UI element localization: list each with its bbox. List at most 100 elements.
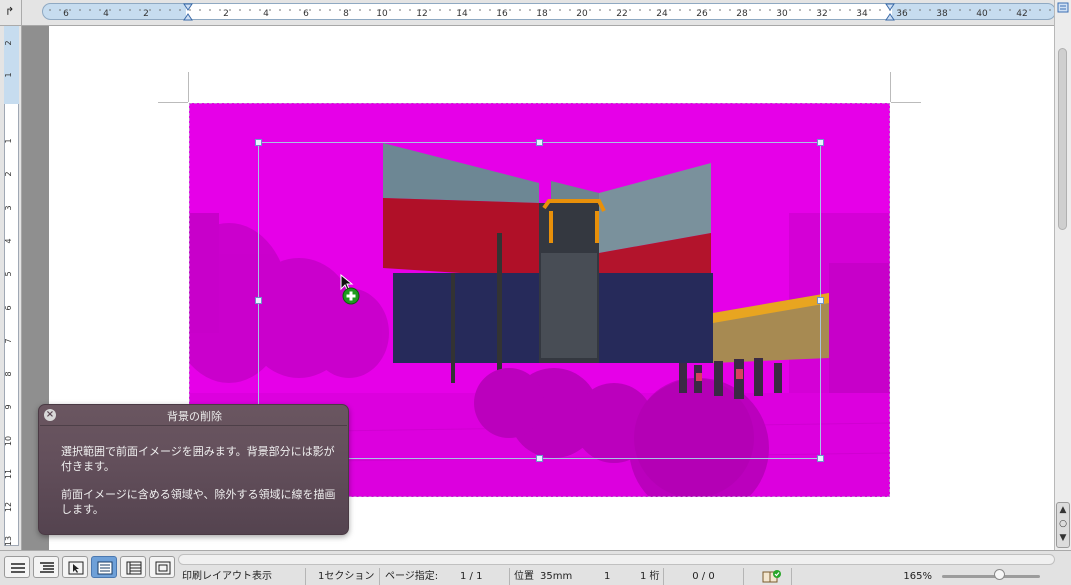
vruler-ticks: 2112345678910111213 — [4, 40, 13, 546]
view-mode-label: 印刷レイアウト表示 — [182, 568, 306, 585]
tab-stop-icon: ↱ — [5, 5, 15, 18]
word-count[interactable]: 0 / 0 — [664, 568, 744, 585]
resize-handle-top-right[interactable] — [817, 139, 824, 146]
page-label: ページ指定: — [385, 571, 439, 582]
ruler-tick-label: 34 — [856, 9, 868, 19]
spelling-status[interactable] — [744, 568, 792, 585]
ruler-tick-label: 4 — [103, 9, 109, 19]
status-bar: 印刷レイアウト表示 1セクション ページ指定: 1 / 1 位置 35mm 1 … — [0, 550, 1071, 585]
publishing-layout-icon — [68, 561, 84, 575]
print-layout-button[interactable] — [91, 556, 117, 578]
indent-marker-left[interactable] — [183, 3, 193, 21]
ruler-tick-label: 10 — [376, 9, 388, 19]
ruler-corner[interactable]: ↱ — [0, 0, 22, 26]
previous-page-icon[interactable]: ▲ — [1057, 503, 1069, 517]
panel-instruction-1: 選択範囲で前面イメージを囲みます。背景部分には影が付きます。 — [61, 445, 335, 473]
vruler-tick-label: 8 — [4, 371, 13, 376]
section-label: 1セクション — [306, 568, 380, 585]
outline-view-icon — [40, 562, 54, 573]
vruler-tick-label: 6 — [4, 305, 13, 310]
resize-handle-bottom[interactable] — [536, 455, 543, 462]
status-fields: 印刷レイアウト表示 1セクション ページ指定: 1 / 1 位置 35mm 1 … — [178, 568, 1071, 585]
page-navigator[interactable]: ▲ ○ ▼ — [1056, 502, 1070, 548]
ruler-tick-label: 30 — [776, 9, 788, 19]
vruler-tick-label: 2 — [4, 171, 13, 176]
page-indicator[interactable]: ページ指定: 1 / 1 — [380, 568, 510, 585]
ruler-tick-label: 32 — [816, 9, 827, 19]
scrollbar-thumb[interactable] — [1058, 48, 1067, 230]
split-view-icon[interactable] — [1057, 2, 1069, 13]
resize-handle-top-left[interactable] — [255, 139, 262, 146]
ruler-tick-label: 40 — [976, 9, 988, 19]
ruler-tick-label: 6 — [63, 9, 69, 19]
full-screen-icon — [155, 561, 171, 575]
ruler-tick-label: 2 — [223, 9, 229, 19]
zoom-slider-knob[interactable] — [994, 569, 1005, 580]
ruler-tick-label: 38 — [936, 9, 948, 19]
panel-divider — [40, 425, 347, 426]
publishing-layout-button[interactable] — [62, 556, 88, 578]
zoom-slider[interactable] — [942, 575, 1040, 578]
browse-object-icon[interactable]: ○ — [1057, 517, 1069, 531]
ruler-ticks: 6 4 2 2 4 6 8 10 12 14 16 18 20 22 24 26 28 30 32 34 36 38 40 4… — [49, 3, 1051, 21]
page-value: 1 / 1 — [460, 571, 483, 582]
crop-mark — [158, 102, 188, 103]
next-page-icon[interactable]: ▼ — [1057, 531, 1069, 545]
vruler-tick-label: 13 — [4, 536, 13, 546]
notebook-layout-button[interactable] — [120, 556, 146, 578]
mark-to-keep-cursor-icon — [340, 274, 360, 305]
resize-handle-bottom-right[interactable] — [817, 455, 824, 462]
ruler-tick-label: 22 — [616, 9, 627, 19]
resize-handle-top[interactable] — [536, 139, 543, 146]
ruler-tick-label: 28 — [736, 9, 748, 19]
zoom-level[interactable]: 165% — [792, 568, 938, 585]
vruler-tick-label: 4 — [4, 238, 13, 243]
vruler-tick-label: 1 — [4, 138, 13, 143]
ruler-tick-label: 6 — [303, 9, 309, 19]
print-layout-icon — [97, 561, 113, 575]
ruler-tick-label: 26 — [696, 9, 708, 19]
column-value: 1 桁 — [640, 571, 660, 582]
position-value: 35mm — [540, 571, 573, 582]
panel-title: 背景の削除 — [167, 410, 222, 423]
notebook-layout-icon — [126, 561, 142, 575]
ruler-tick-label: 4 — [263, 9, 269, 19]
vertical-ruler[interactable]: 2 1 1 2 3 4 5 6 7 8 9 10 11 12 13 — [0, 26, 22, 550]
resize-handle-right[interactable] — [817, 297, 824, 304]
ruler-tick-label: 16 — [496, 9, 508, 19]
view-buttons — [4, 556, 176, 580]
ruler-tick-label: 42 — [1016, 9, 1027, 19]
crop-mark — [891, 102, 921, 103]
proofing-book-icon — [762, 570, 781, 583]
crop-mark — [188, 72, 189, 102]
line-value: 1 — [604, 571, 611, 582]
vruler-tick-label: 9 — [4, 404, 13, 409]
horizontal-ruler[interactable]: 6 4 2 2 4 6 8 10 12 14 16 18 20 22 24 26 28 30 32 34 36 38 40 4… — [22, 0, 1056, 26]
draft-view-icon — [11, 563, 25, 573]
vruler-tick-label: 2 — [4, 40, 13, 45]
ruler-tick-label: 18 — [536, 9, 548, 19]
ruler-tick-label: 2 — [143, 9, 149, 19]
vruler-tick-label: 12 — [4, 502, 13, 512]
full-screen-button[interactable] — [149, 556, 175, 578]
vruler-tick-label: 10 — [4, 436, 13, 446]
vruler-tick-label: 7 — [4, 338, 13, 343]
resize-handle-left[interactable] — [255, 297, 262, 304]
ruler-tick-label: 20 — [576, 9, 588, 19]
draft-view-button[interactable] — [4, 556, 30, 578]
outline-view-button[interactable] — [33, 556, 59, 578]
vruler-tick-label: 11 — [4, 469, 13, 479]
vertical-scrollbar[interactable]: ▲ ○ ▼ — [1054, 0, 1071, 550]
horizontal-scrollbar[interactable] — [178, 554, 1055, 565]
indent-marker-right[interactable] — [885, 3, 895, 21]
vruler-tick-label: 5 — [4, 271, 13, 276]
panel-instruction-2: 前面イメージに含める領域や、除外する領域に線を描画します。 — [61, 488, 336, 516]
ruler-tick-label: 12 — [416, 9, 427, 19]
position-indicator: 位置 35mm 1 1 桁 — [510, 568, 664, 585]
vruler-tick-label: 1 — [4, 72, 13, 77]
vruler-tick-label: 3 — [4, 205, 13, 210]
background-removal-panel[interactable]: × 背景の削除 選択範囲で前面イメージを囲みます。背景部分には影が付きます。 前… — [38, 404, 349, 535]
crop-mark — [890, 72, 891, 102]
ruler-tick-label: 24 — [656, 9, 668, 19]
position-label: 位置 — [514, 571, 534, 582]
